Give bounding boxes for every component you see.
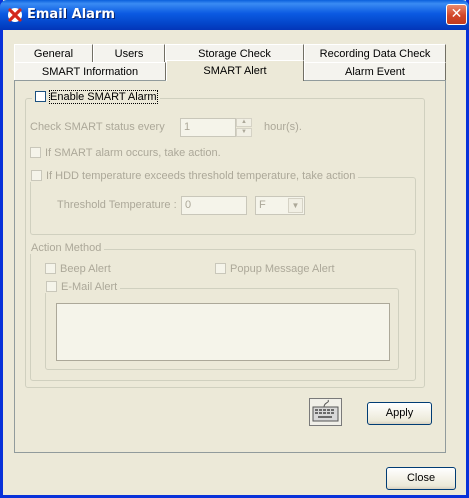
keyboard-button[interactable]: [309, 398, 342, 426]
hdd-temp-group: If HDD temperature exceeds threshold tem…: [28, 170, 416, 235]
threshold-input[interactable]: 0: [181, 196, 247, 215]
tab-label: Storage Check: [198, 48, 271, 60]
email-alert-label: E-Mail Alert: [61, 281, 118, 293]
popup-alert-checkbox[interactable]: Popup Message Alert: [215, 263, 335, 275]
hdd-temp-checkbox[interactable]: If HDD temperature exceeds threshold tem…: [28, 170, 359, 182]
take-action-checkbox[interactable]: If SMART alarm occurs, take action.: [30, 147, 221, 159]
tab-label: SMART Alert: [203, 65, 267, 77]
enable-smart-alarm-checkbox[interactable]: Enable SMART Alarm: [32, 90, 160, 104]
spin-down-icon[interactable]: ▼: [236, 128, 252, 137]
tab-smart-alert[interactable]: SMART Alert: [166, 60, 304, 81]
take-action-box[interactable]: [30, 147, 41, 158]
take-action-label: If SMART alarm occurs, take action.: [45, 147, 221, 159]
enable-smart-alarm-label: Enable SMART Alarm: [49, 90, 158, 104]
unit-select-value: F: [259, 199, 266, 211]
window-title: Email Alarm: [27, 7, 115, 22]
close-button[interactable]: Close: [386, 467, 456, 490]
action-method-label: Action Method: [28, 242, 105, 254]
check-every-input[interactable]: 1: [180, 118, 236, 137]
email-text-area[interactable]: [56, 303, 390, 361]
hdd-temp-box[interactable]: [31, 170, 42, 181]
action-method-group: Action Method Beep Alert Popup Message A…: [28, 242, 416, 381]
app-logo-icon: [8, 8, 22, 22]
check-every-label: Check SMART status every: [30, 121, 165, 133]
tab-recording-data-check[interactable]: Recording Data Check: [304, 44, 446, 62]
chevron-down-icon[interactable]: ▼: [288, 198, 303, 213]
hdd-temp-label: If HDD temperature exceeds threshold tem…: [46, 170, 356, 182]
beep-alert-checkbox[interactable]: Beep Alert: [45, 263, 111, 275]
threshold-label: Threshold Temperature :: [57, 199, 177, 211]
tab-users[interactable]: Users: [93, 44, 165, 62]
unit-select[interactable]: F ▼: [255, 196, 305, 215]
tab-label: General: [33, 48, 74, 60]
smart-alert-panel: Enable SMART Alarm Check SMART status ev…: [14, 80, 446, 453]
enable-smart-alarm-box[interactable]: [35, 91, 46, 102]
tab-label: Users: [114, 48, 144, 60]
tab-alarm-event[interactable]: Alarm Event: [304, 62, 446, 80]
tab-smart-information[interactable]: SMART Information: [14, 62, 166, 80]
email-alert-box[interactable]: [46, 281, 57, 292]
spin-up-icon[interactable]: ▲: [236, 118, 252, 127]
popup-alert-box[interactable]: [215, 263, 226, 274]
smart-alarm-group: Enable SMART Alarm Check SMART status ev…: [25, 90, 425, 388]
tab-label: Recording Data Check: [319, 48, 431, 60]
close-icon: ✕: [450, 6, 463, 22]
check-every-spinner[interactable]: ▲ ▼: [236, 118, 252, 137]
apply-button[interactable]: Apply: [367, 402, 432, 425]
email-alert-checkbox[interactable]: E-Mail Alert: [43, 281, 121, 293]
check-every-unit: hour(s).: [264, 121, 302, 133]
email-alarm-window: Email Alarm ✕ General Users Storage Chec…: [0, 0, 469, 498]
title-bar[interactable]: Email Alarm ✕: [0, 0, 469, 30]
popup-alert-label: Popup Message Alert: [230, 263, 335, 275]
tab-label: SMART Information: [41, 66, 139, 78]
tab-label: Alarm Event: [345, 66, 405, 78]
tab-general[interactable]: General: [14, 44, 93, 62]
keyboard-icon: [312, 399, 339, 422]
window-close-button[interactable]: ✕: [446, 4, 467, 25]
beep-alert-label: Beep Alert: [60, 263, 111, 275]
beep-alert-box[interactable]: [45, 263, 56, 274]
email-alert-group: E-Mail Alert: [43, 281, 399, 370]
